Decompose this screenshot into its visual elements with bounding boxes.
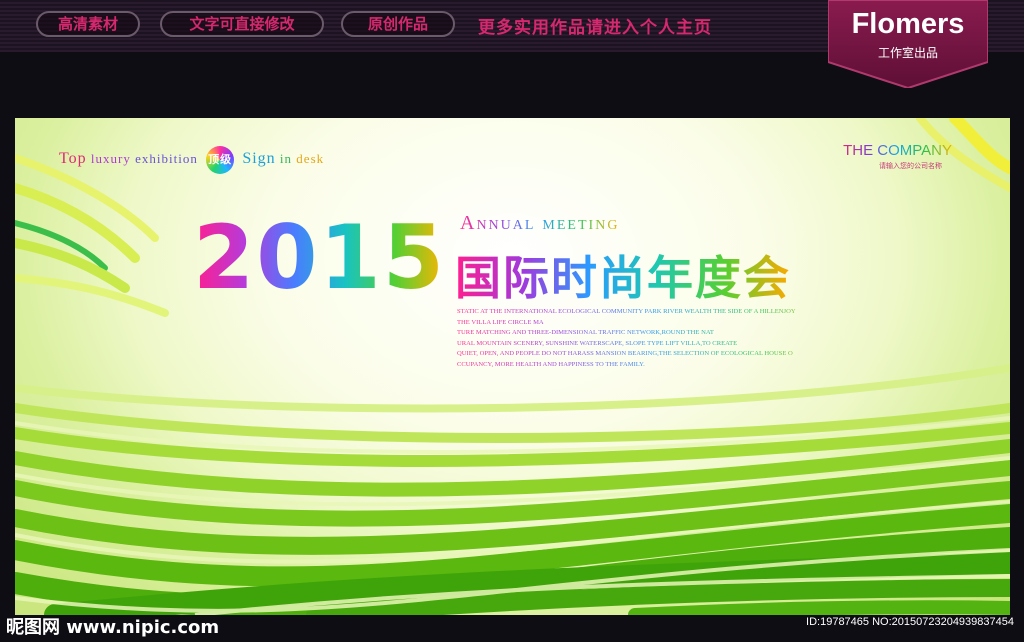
paragraph-line: CCUPANCY, MORE HEALTH AND HAPPINESS TO T… (457, 360, 645, 368)
company-subtitle: 请输入您的公司名称 (879, 162, 942, 170)
lux-word: Top (59, 149, 87, 167)
annual-meeting-heading: Annual meeting (460, 212, 620, 234)
lux-word: desk (296, 150, 325, 166)
site-watermark[interactable]: 昵图网 www.nipic.com (6, 613, 219, 639)
company-name: THE COMPANY (843, 142, 952, 159)
brand-badge: Flomers 工作室出品 (828, 0, 988, 88)
pill-label: 原创作品 (367, 15, 428, 33)
main-title: 国际时尚年度会 (455, 242, 791, 308)
lux-word: luxury (90, 150, 131, 166)
brand-subtitle: 工作室出品 (877, 46, 938, 60)
image-id-watermark: ID:19787465 NO:20150723204939837454 (806, 616, 1014, 628)
paragraph-line: STATIC AT THE INTERNATIONAL ECOLOGICAL C… (457, 308, 796, 315)
brand-name: Flomers (851, 8, 965, 40)
paragraph-line: TURE MATCHING AND THREE-DIMENSIONAL TRAF… (457, 329, 714, 337)
pill-hd-material[interactable]: 高清素材 (36, 11, 140, 37)
description-paragraph: STATIC AT THE INTERNATIONAL ECOLOGICAL C… (457, 307, 857, 371)
lux-word: Sign (242, 149, 276, 167)
promo-text[interactable]: 更多实用作品请进入个人主页 (478, 13, 712, 38)
poster-board: Top luxury exhibition 顶级 Sign in desk TH… (15, 118, 1010, 615)
pill-label: 高清素材 (57, 15, 118, 33)
lux-word: in (279, 150, 293, 166)
year-heading: 2015 (193, 206, 446, 309)
paragraph-line: QUIET, OPEN, AND PEOPLE DO NOT HARASS MA… (457, 350, 793, 358)
lux-word: exhibition (135, 150, 198, 166)
paragraph-line: THE VILLA LIFE CIRCLE MA (457, 318, 544, 326)
pill-label: 文字可直接修改 (189, 15, 295, 33)
pill-editable-text[interactable]: 文字可直接修改 (160, 11, 324, 37)
pill-original-work[interactable]: 原创作品 (341, 11, 455, 37)
top-grade-seal: 顶级 (206, 146, 235, 174)
luxury-exhibition-line: Top luxury exhibition 顶级 Sign in desk (59, 146, 324, 174)
paragraph-line: URAL MOUNTAIN SCENERY, SUNSHINE WATERSCA… (457, 339, 738, 347)
